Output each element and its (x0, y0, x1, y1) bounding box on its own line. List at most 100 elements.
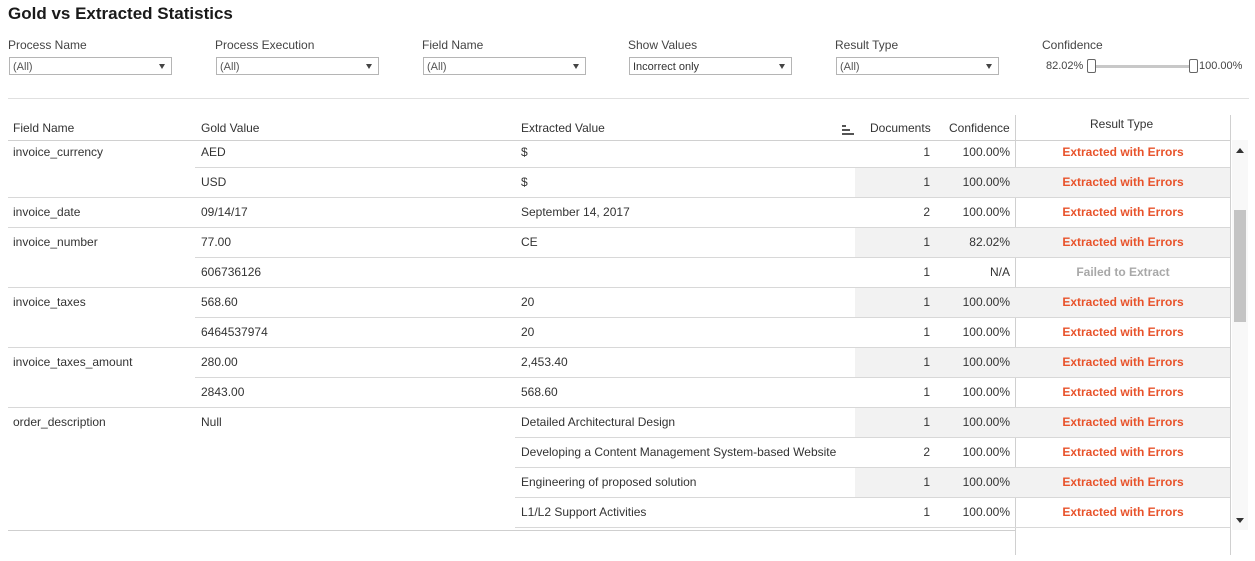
extracted-value-cell: 568.60 (521, 385, 558, 399)
documents-cell: 1 (923, 235, 930, 249)
confidence-slider[interactable]: 82.02% 100.00% (1042, 57, 1252, 75)
confidence-cell: 100.00% (962, 415, 1010, 429)
extracted-value-cell: CE (521, 235, 538, 249)
filter-label: Confidence (1042, 38, 1103, 52)
table-row[interactable]: L1/L2 Support Activities 1 100.00% Extracte… (0, 498, 1232, 528)
result-type-cell: Extracted with Errors (1062, 175, 1184, 189)
table-row[interactable]: invoice_taxes 568.60 20 1 100.00% Extracted w… (0, 288, 1232, 318)
row-separator (515, 527, 1230, 528)
filter-show-values: Show Values Incorrect only (628, 38, 792, 75)
gold-value-cell: 6464537974 (201, 325, 268, 339)
table-row[interactable]: Developing a Content Management System-b… (0, 438, 1232, 468)
sort-icon[interactable] (842, 124, 854, 136)
scroll-thumb[interactable] (1234, 210, 1246, 322)
extracted-value-cell: September 14, 2017 (521, 205, 630, 219)
table-row[interactable]: invoice_number 77.00 CE 1 82.02% Extracted wi… (0, 228, 1232, 258)
chevron-down-icon (573, 64, 579, 69)
confidence-cell: 100.00% (962, 205, 1010, 219)
result-type-cell: Extracted with Errors (1062, 505, 1184, 519)
table-row[interactable]: 2843.00 568.60 1 100.00% Extracted with Erro… (0, 378, 1232, 408)
dropdown-value: (All) (840, 61, 860, 73)
extracted-value-cell: $ (521, 145, 528, 159)
table-row[interactable]: order_description Null Detailed Architectu… (0, 408, 1232, 438)
documents-cell: 2 (923, 205, 930, 219)
documents-cell: 1 (923, 265, 930, 279)
dropdown-value: (All) (13, 61, 33, 73)
table-row[interactable]: USD $1 100.00% Extracted with Errors (0, 168, 1232, 198)
header-result-type[interactable]: Result Type (1090, 117, 1153, 131)
confidence-cell: 100.00% (962, 295, 1010, 309)
table-row[interactable]: Engineering of proposed solution 1 100.00%… (0, 468, 1232, 498)
result-type-cell: Failed to Extract (1076, 265, 1170, 279)
documents-cell: 1 (923, 505, 930, 519)
documents-cell: 1 (923, 325, 930, 339)
result-type-cell: Extracted with Errors (1062, 235, 1184, 249)
table-row[interactable]: invoice_currency AED $1 100.00% Extracted wi… (0, 138, 1232, 168)
table-row[interactable]: invoice_taxes_amount 280.00 2,453.40 1 100.0… (0, 348, 1232, 378)
field-name-cell: invoice_number (13, 235, 98, 249)
filter-divider (8, 98, 1249, 99)
header-field-name[interactable]: Field Name (13, 121, 74, 135)
field-name-cell: invoice_currency (13, 145, 104, 159)
scroll-up-icon[interactable] (1236, 148, 1244, 153)
table-row[interactable]: 606736126 1 N/A Failed to Extract (0, 258, 1232, 288)
slider-max-handle[interactable] (1189, 59, 1198, 73)
table-row[interactable]: invoice_date 09/14/17 September 14, 2017 2 1… (0, 198, 1232, 228)
slider-track[interactable] (1090, 65, 1194, 68)
field-name-cell: order_description (13, 415, 106, 429)
header-extracted-value[interactable]: Extracted Value (521, 121, 605, 135)
confidence-cell: 100.00% (962, 505, 1010, 519)
process-name-dropdown[interactable]: (All) (9, 57, 172, 75)
result-type-cell: Extracted with Errors (1062, 325, 1184, 339)
gold-value-cell: 280.00 (201, 355, 238, 369)
extracted-value-cell: Detailed Architectural Design (521, 415, 676, 429)
confidence-cell: 100.00% (962, 175, 1010, 189)
gold-value-cell: Null (201, 415, 222, 429)
result-type-cell: Extracted with Errors (1062, 415, 1184, 429)
result-type-cell: Extracted with Errors (1062, 475, 1184, 489)
confidence-cell: 100.00% (962, 325, 1010, 339)
confidence-cell: N/A (989, 265, 1010, 279)
extracted-value-cell: 20 (521, 295, 535, 309)
extracted-value-cell: $ (521, 175, 528, 189)
extracted-value-cell: Developing a Content Management System-b… (521, 445, 837, 459)
documents-cell: 1 (923, 385, 930, 399)
filter-confidence: Confidence 82.02% 100.00% (1042, 38, 1252, 75)
header-documents[interactable]: Documents (870, 121, 931, 135)
filter-label: Field Name (422, 38, 484, 52)
header-gold-value[interactable]: Gold Value (201, 121, 259, 135)
field-name-cell: invoice_taxes_amount (13, 355, 133, 369)
result-type-cell: Extracted with Errors (1062, 445, 1184, 459)
chevron-down-icon (779, 64, 785, 69)
chevron-down-icon (366, 64, 372, 69)
confidence-cell: 100.00% (962, 385, 1010, 399)
field-name-cell: invoice_taxes (13, 295, 86, 309)
confidence-cell: 100.00% (962, 145, 1010, 159)
confidence-cell: 100.00% (962, 445, 1010, 459)
result-type-cell: Extracted with Errors (1062, 145, 1184, 159)
show-values-dropdown[interactable]: Incorrect only (629, 57, 792, 75)
filter-field-name: Field Name (All) (422, 38, 586, 75)
chevron-down-icon (159, 64, 165, 69)
scroll-down-icon[interactable] (1236, 518, 1244, 523)
header-confidence[interactable]: Confidence (949, 121, 1010, 135)
result-type-dropdown[interactable]: (All) (836, 57, 999, 75)
vertical-scrollbar[interactable] (1232, 140, 1248, 530)
extracted-value-cell: 2,453.40 (521, 355, 568, 369)
table-row[interactable]: 6464537974 20 1 100.00% Extracted with Error… (0, 318, 1232, 348)
documents-cell: 1 (923, 175, 930, 189)
table-bottom-border (8, 530, 1016, 531)
gold-value-cell: 606736126 (201, 265, 262, 279)
process-execution-dropdown[interactable]: (All) (216, 57, 379, 75)
gold-value-cell: 77.00 (201, 235, 232, 249)
data-table: invoice_currency AED $1 100.00% Extracted wi… (0, 138, 1255, 530)
slider-min-handle[interactable] (1087, 59, 1096, 73)
dropdown-value: (All) (427, 61, 447, 73)
page-title: Gold vs Extracted Statistics (8, 4, 233, 23)
documents-cell: 1 (923, 415, 930, 429)
result-type-cell: Extracted with Errors (1062, 295, 1184, 309)
gold-value-cell: 2843.00 (201, 385, 245, 399)
dropdown-value: Incorrect only (633, 61, 700, 73)
field-name-dropdown[interactable]: (All) (423, 57, 586, 75)
filter-result-type: Result Type (All) (835, 38, 999, 75)
